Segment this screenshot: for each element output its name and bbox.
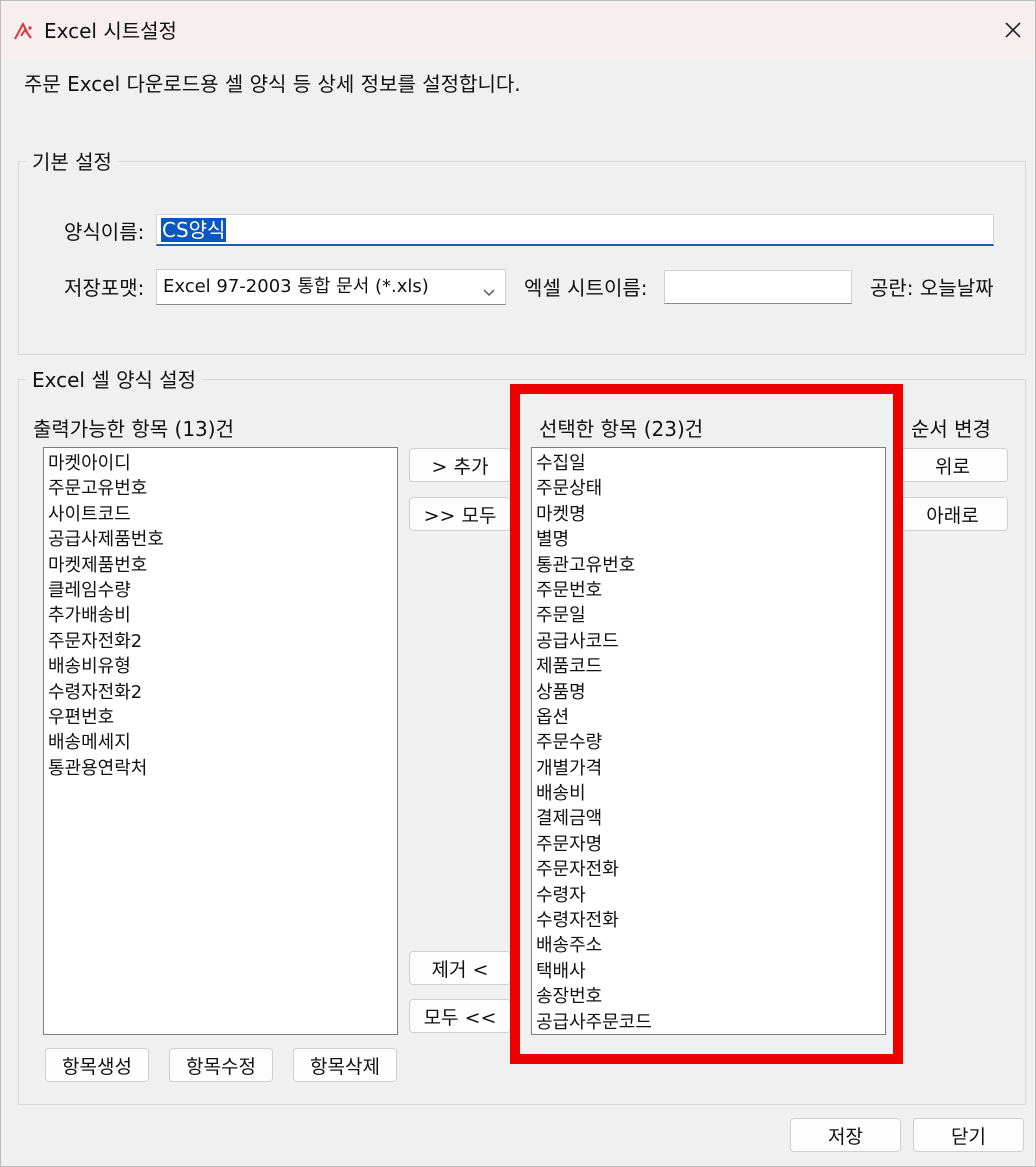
delete-item-button[interactable]: 항목삭제 — [293, 1048, 397, 1082]
list-item[interactable]: 주문고유번호 — [48, 476, 393, 501]
list-item[interactable]: 클레임수량 — [48, 578, 393, 603]
list-item[interactable]: 제품코드 — [536, 654, 881, 679]
list-item[interactable]: 주문일 — [536, 603, 881, 628]
list-item[interactable]: 마켓아이디 — [48, 451, 393, 476]
save-format-select[interactable]: Excel 97-2003 통합 문서 (*.xls) — [156, 269, 506, 305]
chevron-down-icon — [482, 280, 496, 296]
remove-all-button[interactable]: 모두 << — [409, 999, 511, 1033]
excel-sheet-settings-dialog: Excel 시트설정 주문 Excel 다운로드용 셀 양식 등 상세 정보를 … — [0, 0, 1036, 1167]
list-item[interactable]: 배송비유형 — [48, 654, 393, 679]
list-item[interactable]: 상품명 — [536, 680, 881, 705]
sheet-name-label: 엑셀 시트이름: — [524, 276, 648, 300]
form-name-value: CS양식 — [161, 218, 227, 242]
list-item[interactable]: 택배사 — [536, 959, 881, 984]
list-item[interactable]: 통관용연락처 — [48, 756, 393, 781]
cell-settings-legend: Excel 셀 양식 설정 — [26, 366, 203, 394]
list-item[interactable]: 우편번호 — [48, 705, 393, 730]
close-icon — [1004, 21, 1022, 43]
list-item[interactable]: 공급사코드 — [536, 629, 881, 654]
close-window-button[interactable] — [995, 15, 1031, 49]
window-title: Excel 시트설정 — [44, 19, 177, 43]
basic-settings-group — [18, 161, 1026, 355]
list-item[interactable]: 송장번호 — [536, 984, 881, 1009]
list-item[interactable]: 마켓제품번호 — [48, 553, 393, 578]
list-item[interactable]: 주문자전화 — [536, 857, 881, 882]
form-name-input[interactable]: CS양식 — [156, 214, 994, 246]
list-item[interactable]: 수령자 — [536, 883, 881, 908]
list-item[interactable]: 마켓명 — [536, 502, 881, 527]
list-item[interactable]: 주문자명 — [536, 832, 881, 857]
edit-item-button[interactable]: 항목수정 — [169, 1048, 273, 1082]
list-item[interactable]: 배송주소 — [536, 933, 881, 958]
sheet-name-input[interactable] — [664, 270, 852, 304]
available-items-header: 출력가능한 항목 (13)건 — [33, 417, 234, 441]
basic-settings-legend: 기본 설정 — [26, 148, 118, 176]
list-item[interactable]: 주문상태 — [536, 476, 881, 501]
add-all-button[interactable]: >> 모두 — [409, 497, 511, 531]
list-item[interactable]: 수령자전화 — [536, 908, 881, 933]
list-item[interactable]: 배송메세지 — [48, 730, 393, 755]
remove-button[interactable]: 제거 < — [409, 951, 511, 985]
move-down-button[interactable]: 아래로 — [897, 497, 1008, 531]
list-item[interactable]: 개별가격 — [536, 756, 881, 781]
selected-items-header: 선택한 항목 (23)건 — [539, 417, 704, 441]
selected-items-list[interactable]: 수집일 주문상태 마켓명 별명 통관고유번호 주문번호 주문일 공급사코드 제품코드 상품명 옵션 주… — [531, 447, 886, 1035]
list-item[interactable]: 수령자전화2 — [48, 680, 393, 705]
list-item[interactable]: 배송비 — [536, 781, 881, 806]
dialog-description: 주문 Excel 다운로드용 셀 양식 등 상세 정보를 설정합니다. — [24, 72, 521, 96]
create-item-button[interactable]: 항목생성 — [45, 1048, 149, 1082]
list-item[interactable]: 공급사제품번호 — [48, 527, 393, 552]
app-logo-icon — [12, 20, 36, 42]
list-item[interactable]: 주문자전화2 — [48, 629, 393, 654]
move-up-button[interactable]: 위로 — [897, 448, 1008, 482]
list-item[interactable]: 옵션 — [536, 705, 881, 730]
list-item[interactable]: 사이트코드 — [48, 502, 393, 527]
list-item[interactable]: 수집일 — [536, 451, 881, 476]
save-format-label: 저장포맷: — [64, 276, 145, 300]
list-item[interactable]: 통관고유번호 — [536, 553, 881, 578]
save-format-value: Excel 97-2003 통합 문서 (*.xls) — [163, 276, 429, 297]
list-item[interactable]: 주문번호 — [536, 578, 881, 603]
list-item[interactable]: 추가배송비 — [48, 603, 393, 628]
order-change-header: 순서 변경 — [911, 417, 991, 441]
save-button[interactable]: 저장 — [790, 1118, 901, 1152]
list-item[interactable]: 공급사주문코드 — [536, 1010, 881, 1034]
available-items-list[interactable]: 마켓아이디 주문고유번호 사이트코드 공급사제품번호 마켓제품번호 클레임수량 추가배송비 주… — [43, 447, 398, 1035]
list-item[interactable]: 결제금액 — [536, 806, 881, 831]
list-item[interactable]: 주문수량 — [536, 730, 881, 755]
form-name-label: 양식이름: — [64, 220, 145, 244]
close-button[interactable]: 닫기 — [913, 1118, 1024, 1152]
list-item[interactable]: 별명 — [536, 527, 881, 552]
add-button[interactable]: > 추가 — [409, 448, 511, 482]
sheet-name-hint: 공란: 오늘날짜 — [870, 276, 994, 300]
title-bar: Excel 시트설정 — [1, 1, 1035, 61]
